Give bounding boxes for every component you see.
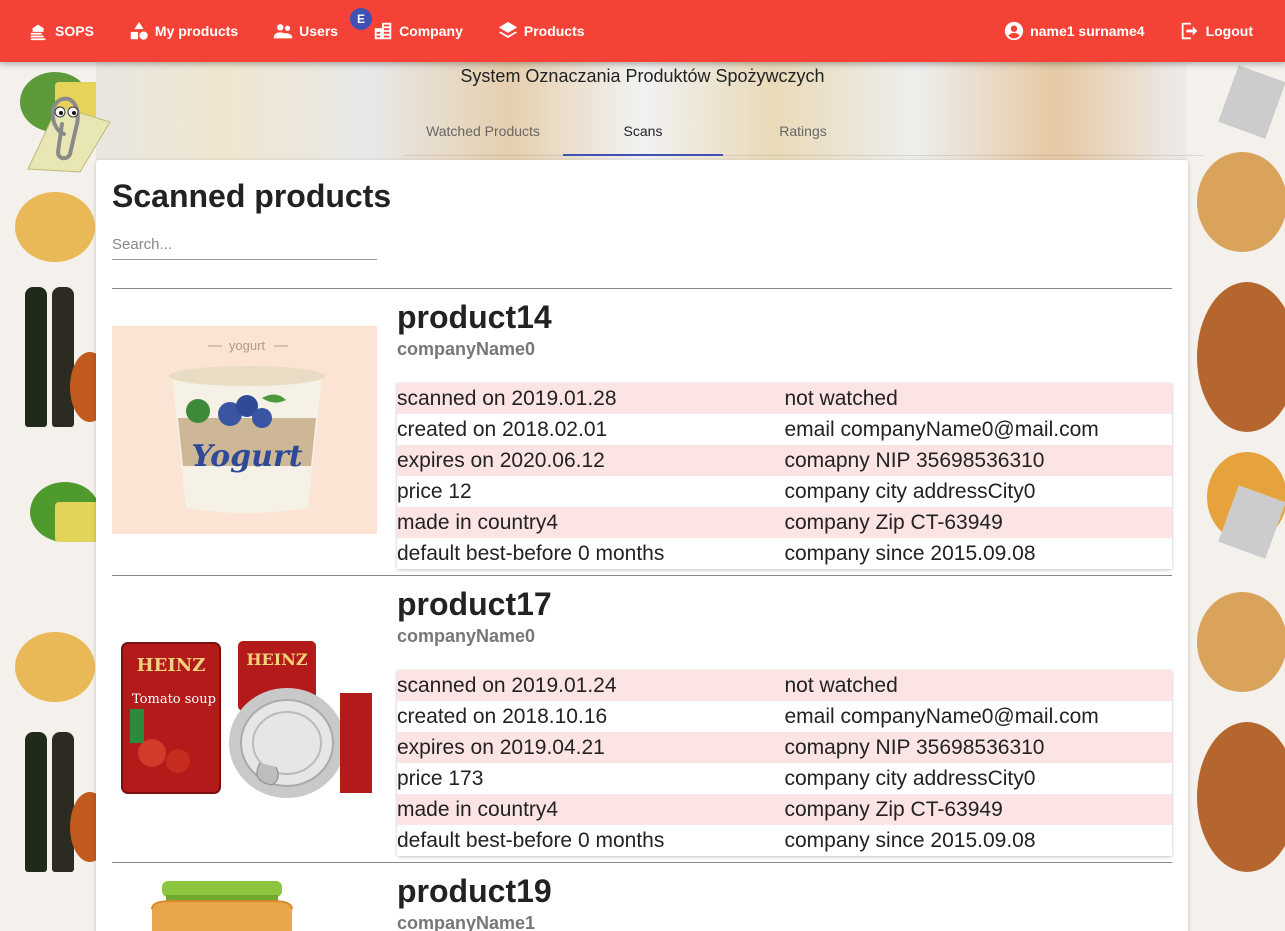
company-zip: company Zip CT-63949 bbox=[784, 510, 1003, 534]
product-company: companyName1 bbox=[397, 913, 536, 931]
made-in-country: made in country4 bbox=[397, 510, 559, 534]
product-image-soup-cans: HEINZ Tomato soup HEINZ bbox=[112, 613, 377, 821]
created-date: created on 2018.10.16 bbox=[397, 704, 608, 728]
details-row: default best-before 0 months company sinc… bbox=[397, 825, 1172, 856]
nav-my-products-label: My products bbox=[154, 23, 239, 39]
search-input[interactable] bbox=[112, 230, 377, 260]
shapes-icon bbox=[130, 21, 148, 40]
price: price 12 bbox=[397, 479, 472, 503]
made-in-country: made in country4 bbox=[397, 797, 559, 821]
scan-date: scanned on 2019.01.28 bbox=[397, 386, 617, 410]
product-company: companyName0 bbox=[397, 626, 536, 646]
details-row: expires on 2019.04.21 comapny NIP 3569853… bbox=[397, 732, 1172, 763]
product-name[interactable]: product17 bbox=[397, 586, 552, 623]
building-icon bbox=[374, 22, 392, 40]
details-row: scanned on 2019.01.24 not watched bbox=[397, 670, 1172, 701]
nav-user-account[interactable]: name1 surname4 bbox=[993, 0, 1154, 62]
users-icon bbox=[273, 24, 293, 39]
watch-status: not watched bbox=[784, 673, 898, 697]
tab-bar: Watched Products Scans Ratings bbox=[403, 108, 1203, 156]
nav-brand[interactable]: SOPS bbox=[18, 0, 104, 62]
tab-scans[interactable]: Scans bbox=[563, 108, 723, 156]
expiry-date: expires on 2019.04.21 bbox=[397, 735, 605, 759]
company-nip: comapny NIP 35698536310 bbox=[784, 448, 1045, 472]
top-navbar: SOPS My products Users E Company Product… bbox=[0, 0, 1285, 62]
svg-text:yogurt: yogurt bbox=[229, 338, 266, 353]
logout-icon bbox=[1181, 22, 1197, 40]
details-row: price 173 company city addressCity0 bbox=[397, 763, 1172, 794]
logout-label: Logout bbox=[1205, 23, 1253, 39]
company-since: company since 2015.09.08 bbox=[784, 541, 1036, 565]
company-email: email companyName0@mail.com bbox=[784, 417, 1099, 441]
company-nip: comapny NIP 35698536310 bbox=[784, 735, 1045, 759]
product-item[interactable]: product19 companyName1 bbox=[112, 862, 1172, 931]
product-item[interactable]: HEINZ Tomato soup HEINZ product17 compan… bbox=[112, 575, 1172, 863]
details-row: made in country4 company Zip CT-63949 bbox=[397, 794, 1172, 825]
company-badge: E bbox=[350, 8, 373, 30]
product-company: companyName0 bbox=[397, 339, 536, 359]
svg-text:HEINZ: HEINZ bbox=[246, 650, 307, 669]
tab-watched-products[interactable]: Watched Products bbox=[403, 108, 563, 155]
details-row: price 12 company city addressCity0 bbox=[397, 476, 1172, 507]
layers-icon bbox=[498, 21, 518, 39]
nav-company-label: Company bbox=[399, 23, 463, 39]
details-row: made in country4 company Zip CT-63949 bbox=[397, 507, 1172, 538]
price: price 173 bbox=[397, 766, 484, 790]
background-food-left bbox=[0, 62, 96, 931]
details-row: default best-before 0 months company sinc… bbox=[397, 538, 1172, 569]
company-city: company city addressCity0 bbox=[784, 479, 1036, 503]
company-since: company since 2015.09.08 bbox=[784, 828, 1036, 852]
details-row: created on 2018.02.01 email companyName0@… bbox=[397, 414, 1172, 445]
account-circle-icon bbox=[1005, 21, 1024, 41]
company-email: email companyName0@mail.com bbox=[784, 704, 1099, 728]
brand-icon bbox=[30, 24, 46, 41]
nav-products[interactable]: Products bbox=[487, 0, 595, 62]
nav-company[interactable]: E Company bbox=[350, 0, 473, 62]
clippy-assistant-icon[interactable] bbox=[18, 94, 114, 174]
background-food-right bbox=[1187, 62, 1285, 931]
nav-logout[interactable]: Logout bbox=[1169, 0, 1263, 62]
page-title: Scanned products bbox=[112, 178, 392, 214]
product-name[interactable]: product14 bbox=[397, 299, 552, 336]
nav-my-products[interactable]: My products bbox=[118, 0, 248, 62]
product-details-table: scanned on 2019.01.24 not watched created… bbox=[397, 670, 1172, 856]
nav-products-label: Products bbox=[523, 23, 585, 39]
scan-date: scanned on 2019.01.24 bbox=[397, 673, 617, 697]
watch-status: not watched bbox=[784, 386, 898, 410]
created-date: created on 2018.02.01 bbox=[397, 417, 608, 441]
company-city: company city addressCity0 bbox=[784, 766, 1036, 790]
app-title: System Oznaczania Produktów Spożywczych bbox=[460, 66, 825, 86]
best-before: default best-before 0 months bbox=[397, 828, 665, 852]
user-name-label: name1 surname4 bbox=[1030, 23, 1145, 39]
best-before: default best-before 0 months bbox=[397, 541, 665, 565]
product-name[interactable]: product19 bbox=[397, 873, 552, 910]
nav-users-label: Users bbox=[299, 23, 339, 39]
nav-users[interactable]: Users bbox=[262, 0, 348, 62]
details-row: scanned on 2019.01.28 not watched bbox=[397, 383, 1172, 414]
product-image-yogurt: yogurt Yogurt bbox=[112, 326, 377, 534]
svg-text:Yogurt: Yogurt bbox=[191, 439, 302, 474]
tab-ratings[interactable]: Ratings bbox=[723, 108, 883, 155]
company-zip: company Zip CT-63949 bbox=[784, 797, 1003, 821]
product-image-baby-food-jar bbox=[112, 879, 377, 931]
expiry-date: expires on 2020.06.12 bbox=[397, 448, 605, 472]
product-details-table: scanned on 2019.01.28 not watched created… bbox=[397, 383, 1172, 569]
svg-text:HEINZ: HEINZ bbox=[137, 655, 206, 676]
details-row: expires on 2020.06.12 comapny NIP 3569853… bbox=[397, 445, 1172, 476]
scanned-products-card: Scanned products yogurt Yogurt product14… bbox=[96, 160, 1188, 931]
details-row: created on 2018.10.16 email companyName0@… bbox=[397, 701, 1172, 732]
product-item[interactable]: yogurt Yogurt product14 companyName0 sca… bbox=[112, 288, 1172, 576]
svg-text:Tomato soup: Tomato soup bbox=[132, 692, 216, 707]
brand-label: SOPS bbox=[55, 23, 94, 39]
